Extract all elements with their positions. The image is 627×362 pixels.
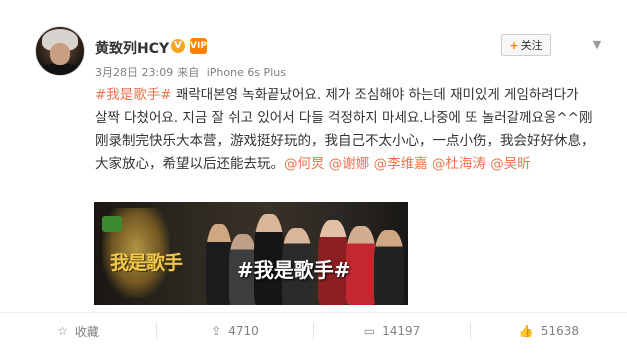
avatar[interactable] <box>35 26 85 76</box>
post-image[interactable]: 我是歌手 #我是歌手# <box>94 202 408 305</box>
like-count: 51638 <box>540 324 580 338</box>
comment-count: 14197 <box>382 324 421 338</box>
post-meta: 3月28日 23:09 来自 iPhone 6s Plus <box>95 64 290 80</box>
like-button[interactable]: 👍 51638 <box>471 318 627 344</box>
favorite-label: 收藏 <box>74 324 99 339</box>
hashtag-link[interactable]: #我是歌手# <box>95 87 172 103</box>
post-text: #我是歌手# 쾌락대본영 녹화끝났어요. 제가 조심해야 하는데 재미있게 게임… <box>95 84 595 176</box>
share-button[interactable]: ⇪ 4710 <box>157 318 313 344</box>
vip-badge-icon[interactable]: VIP <box>190 38 207 54</box>
plus-icon: + <box>509 39 519 52</box>
share-icon: ⇪ <box>211 324 222 338</box>
source-prefix: 来自 <box>177 66 200 79</box>
comment-button[interactable]: ▭ 14197 <box>314 318 470 344</box>
logo-text: 我是歌手 <box>110 252 183 274</box>
like-icon: 👍 <box>518 324 534 338</box>
footer-divider <box>0 312 627 313</box>
mention-link-2[interactable]: @谢娜 <box>329 156 370 172</box>
source-device[interactable]: iPhone 6s Plus <box>207 66 286 79</box>
star-icon: ☆ <box>57 324 68 338</box>
share-count: 4710 <box>228 324 259 338</box>
mention-link-3[interactable]: @李维嘉 <box>374 156 428 172</box>
comment-icon: ▭ <box>363 324 376 338</box>
weibo-post-card: 黄致列HCY V VIP 3月28日 23:09 来自 iPhone 6s Plu… <box>0 0 627 362</box>
username-link[interactable]: 黄致列HCY <box>95 38 169 58</box>
mention-link-4[interactable]: @杜海涛 <box>432 156 486 172</box>
follow-button[interactable]: + 关注 <box>501 34 551 56</box>
post-timestamp[interactable]: 3月28日 23:09 <box>95 66 173 79</box>
mention-link-5[interactable]: @吴昕 <box>490 156 531 172</box>
chevron-down-icon[interactable]: ▼ <box>591 38 603 51</box>
follow-label: 关注 <box>520 39 543 52</box>
favorite-button[interactable]: ☆ 收藏 <box>0 318 156 344</box>
image-hashtag-overlay: #我是歌手# <box>237 258 351 282</box>
verified-badge-icon[interactable]: V <box>171 39 185 53</box>
show-logo: 我是歌手 <box>102 208 183 298</box>
mention-link-1[interactable]: @何炅 <box>284 156 325 172</box>
